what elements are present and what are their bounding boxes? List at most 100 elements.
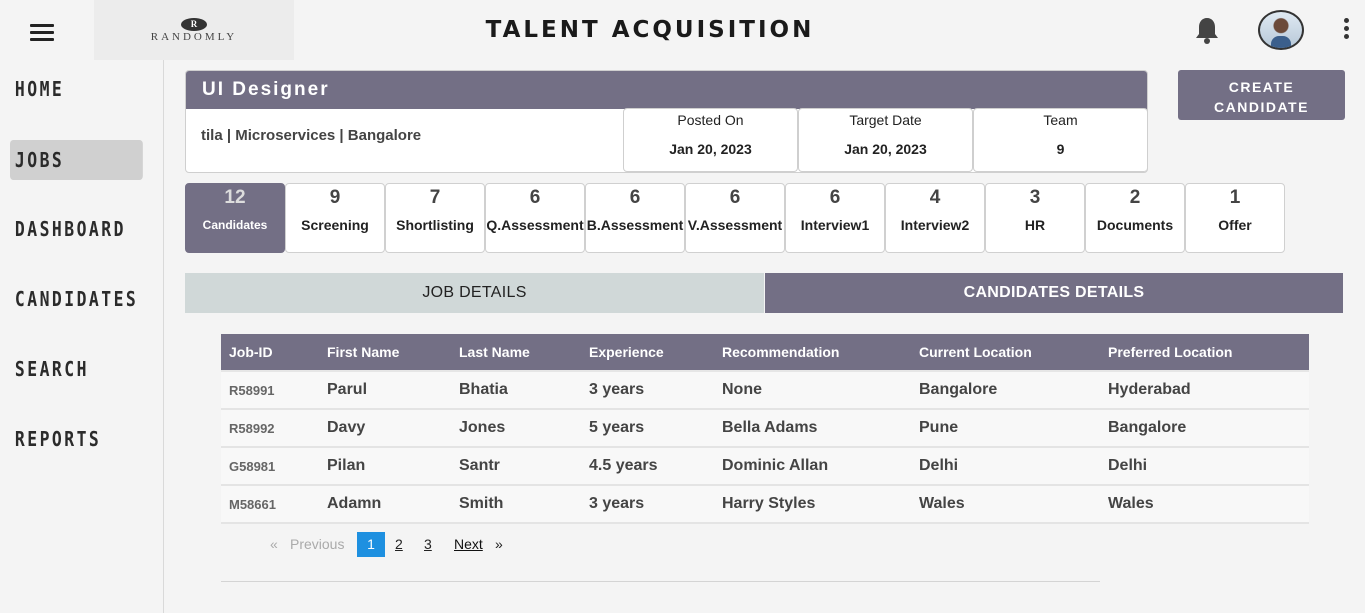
stage-shortlisting[interactable]: 7 Shortlisting bbox=[385, 183, 485, 253]
stage-q-assessment[interactable]: 6 Q.Assessment bbox=[485, 183, 585, 253]
cell-experience: 5 years bbox=[581, 409, 714, 448]
cell-last-name: Santr bbox=[451, 447, 581, 486]
cell-current-location: Pune bbox=[911, 409, 1100, 448]
create-button-line2: CANDIDATE bbox=[1214, 99, 1309, 115]
stage-name: B.Assessment bbox=[586, 217, 684, 233]
cell-recommendation: Bella Adams bbox=[714, 409, 911, 448]
hamburger-menu-icon[interactable] bbox=[30, 24, 54, 44]
logo[interactable]: R RANDOMLY bbox=[94, 0, 294, 60]
stage-count: 12 bbox=[224, 187, 246, 208]
stage-name: Offer bbox=[1218, 217, 1252, 233]
stage-count: 2 bbox=[1129, 187, 1141, 208]
stage-hr[interactable]: 3 HR bbox=[985, 183, 1085, 253]
cell-job-id: G58981 bbox=[221, 447, 319, 486]
page-1-link[interactable]: 1 bbox=[357, 532, 385, 557]
cell-current-location: Wales bbox=[911, 485, 1100, 524]
stage-name: Q.Assessment bbox=[486, 217, 584, 233]
prev-link[interactable]: Previous bbox=[290, 532, 344, 557]
stage-name: Screening bbox=[301, 217, 369, 233]
prev-arrow: « bbox=[270, 536, 278, 552]
cell-job-id: M58661 bbox=[221, 485, 319, 524]
col-preferred-location[interactable]: Preferred Location bbox=[1100, 334, 1309, 372]
cell-first-name: Parul bbox=[319, 371, 451, 410]
stat-value: Jan 20, 2023 bbox=[669, 141, 752, 157]
stage-count: 4 bbox=[929, 187, 941, 208]
target-date-box: Target Date Jan 20, 2023 bbox=[798, 108, 973, 172]
logo-mark: R bbox=[181, 18, 207, 31]
cell-preferred-location: Wales bbox=[1100, 485, 1309, 524]
stat-label: Posted On bbox=[677, 112, 744, 128]
cell-preferred-location: Hyderabad bbox=[1100, 371, 1309, 410]
cell-preferred-location: Bangalore bbox=[1100, 409, 1309, 448]
stage-documents[interactable]: 2 Documents bbox=[1085, 183, 1185, 253]
cell-first-name: Pilan bbox=[319, 447, 451, 486]
stage-count: 6 bbox=[729, 187, 741, 208]
table-row[interactable]: R58992 Davy Jones 5 years Bella Adams Pu… bbox=[221, 409, 1309, 448]
table-header-row: Job-ID First Name Last Name Experience R… bbox=[221, 334, 1309, 372]
sidebar-item-jobs[interactable]: JOBS bbox=[10, 140, 143, 180]
col-first-name[interactable]: First Name bbox=[319, 334, 451, 372]
tab-job-details[interactable]: JOB DETAILS bbox=[185, 273, 764, 313]
stage-screening[interactable]: 9 Screening bbox=[285, 183, 385, 253]
cell-recommendation: None bbox=[714, 371, 911, 410]
stat-label: Target Date bbox=[849, 112, 922, 128]
cell-last-name: Smith bbox=[451, 485, 581, 524]
cell-last-name: Jones bbox=[451, 409, 581, 448]
cell-recommendation: Harry Styles bbox=[714, 485, 911, 524]
divider bbox=[221, 581, 1100, 582]
stage-name: Shortlisting bbox=[396, 217, 474, 233]
cell-experience: 3 years bbox=[581, 371, 714, 410]
stage-count: 6 bbox=[629, 187, 641, 208]
create-candidate-button[interactable]: CREATE CANDIDATE bbox=[1178, 70, 1345, 120]
sidebar-item-dashboard[interactable]: DASHBOARD bbox=[10, 209, 124, 249]
user-avatar[interactable] bbox=[1258, 10, 1304, 50]
cell-recommendation: Dominic Allan bbox=[714, 447, 911, 486]
page-2-link[interactable]: 2 bbox=[395, 532, 403, 557]
stat-value: Jan 20, 2023 bbox=[844, 141, 927, 157]
cell-experience: 3 years bbox=[581, 485, 714, 524]
sidebar-item-search[interactable]: SEARCH bbox=[10, 349, 119, 389]
stage-name: Interview1 bbox=[800, 217, 870, 233]
col-job-id[interactable]: Job-ID bbox=[221, 334, 319, 372]
bell-icon[interactable] bbox=[1194, 16, 1220, 44]
stage-interview2[interactable]: 4 Interview2 bbox=[885, 183, 985, 253]
cell-last-name: Bhatia bbox=[451, 371, 581, 410]
cell-preferred-location: Delhi bbox=[1100, 447, 1309, 486]
team-box: Team 9 bbox=[973, 108, 1147, 172]
create-button-line1: CREATE bbox=[1228, 79, 1295, 95]
more-options-icon[interactable] bbox=[1340, 18, 1352, 42]
top-header: R RANDOMLY TALENT ACQUISITION bbox=[0, 0, 1365, 60]
col-current-location[interactable]: Current Location bbox=[911, 334, 1100, 372]
stage-count: 6 bbox=[529, 187, 541, 208]
sidebar-item-candidates[interactable]: CANDIDATES bbox=[10, 279, 136, 319]
stage-count: 1 bbox=[1229, 187, 1241, 208]
col-recommendation[interactable]: Recommendation bbox=[714, 334, 911, 372]
cell-first-name: Davy bbox=[319, 409, 451, 448]
stage-candidates[interactable]: 12 Candidates bbox=[185, 183, 285, 253]
stage-interview1[interactable]: 6 Interview1 bbox=[785, 183, 885, 253]
cell-job-id: R58991 bbox=[221, 371, 319, 410]
stage-name: Candidates bbox=[202, 218, 268, 232]
table-row[interactable]: R58991 Parul Bhatia 3 years None Bangalo… bbox=[221, 371, 1309, 410]
table-row[interactable]: G58981 Pilan Santr 4.5 years Dominic All… bbox=[221, 447, 1309, 486]
col-experience[interactable]: Experience bbox=[581, 334, 714, 372]
sidebar-item-reports[interactable]: REPORTS bbox=[10, 419, 119, 459]
cell-job-id: R58992 bbox=[221, 409, 319, 448]
stage-offer[interactable]: 1 Offer bbox=[1185, 183, 1285, 253]
stage-count: 7 bbox=[429, 187, 441, 208]
next-arrow: » bbox=[495, 536, 503, 552]
sidebar-item-home[interactable]: HOME bbox=[10, 69, 119, 109]
stage-name: V.Assessment bbox=[687, 217, 783, 233]
tab-candidates-details[interactable]: CANDIDATES DETAILS bbox=[765, 273, 1343, 313]
stage-name: Documents bbox=[1096, 217, 1174, 233]
stage-count: 6 bbox=[829, 187, 841, 208]
job-card: UI Designer tila | Microservices | Banga… bbox=[185, 70, 1148, 173]
stat-label: Team bbox=[1043, 112, 1078, 128]
sidebar: HOME JOBS DASHBOARD CANDIDATES SEARCH RE… bbox=[0, 60, 164, 613]
table-row[interactable]: M58661 Adamn Smith 3 years Harry Styles … bbox=[221, 485, 1309, 524]
stage-v-assessment[interactable]: 6 V.Assessment bbox=[685, 183, 785, 253]
stage-b-assessment[interactable]: 6 B.Assessment bbox=[585, 183, 685, 253]
page-3-link[interactable]: 3 bbox=[424, 532, 432, 557]
next-link[interactable]: Next bbox=[454, 532, 483, 557]
col-last-name[interactable]: Last Name bbox=[451, 334, 581, 372]
